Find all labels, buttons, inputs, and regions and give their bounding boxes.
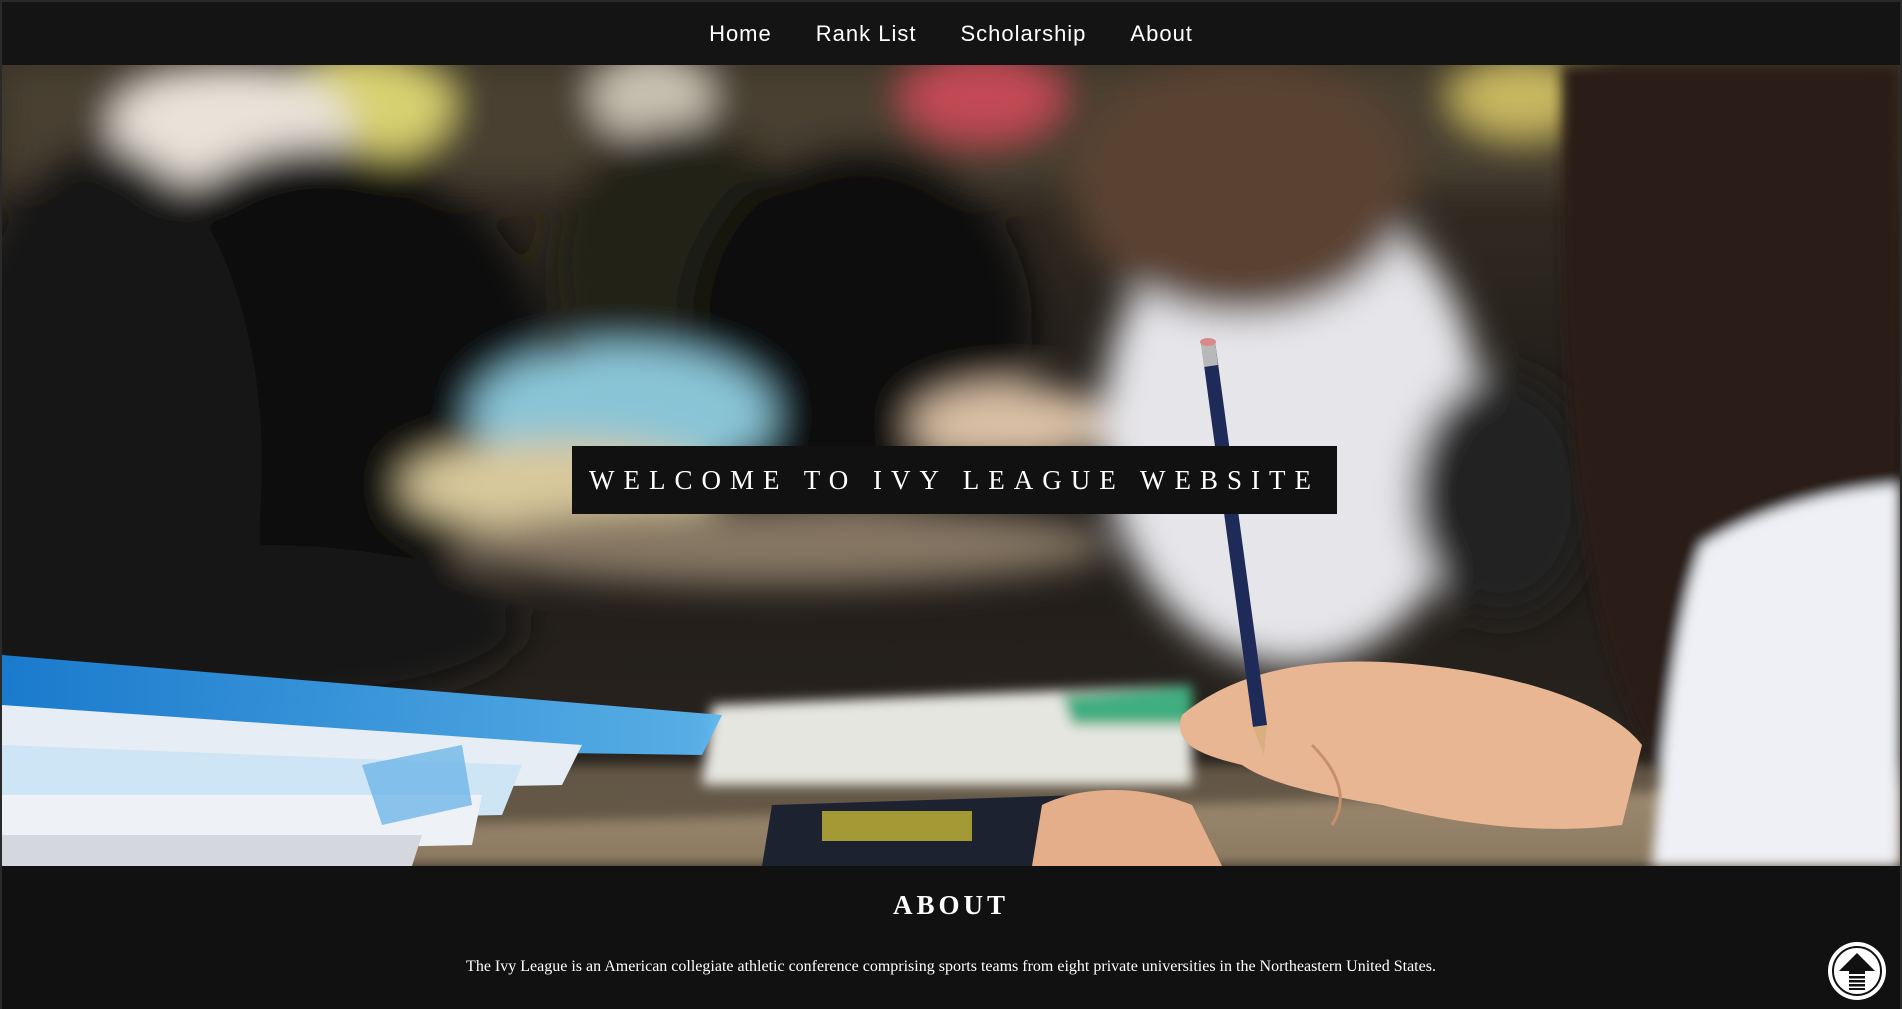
about-heading: ABOUT	[892, 890, 1010, 920]
navbar: Home Rank List Scholarship About	[2, 2, 1900, 65]
hero-title: WELCOME TO IVY LEAGUE WEBSITE	[589, 464, 1320, 495]
scroll-to-top-button[interactable]	[1828, 942, 1886, 1000]
arrow-up-icon	[1832, 946, 1882, 996]
nav-item-home[interactable]: Home	[687, 21, 794, 47]
nav-item-rank-list[interactable]: Rank List	[794, 21, 939, 47]
page: Home Rank List Scholarship About WELCOME…	[0, 0, 1902, 1009]
hero-section: WELCOME TO IVY LEAGUE WEBSITE	[2, 65, 1900, 866]
nav-item-about[interactable]: About	[1108, 21, 1215, 47]
hero-title-box: WELCOME TO IVY LEAGUE WEBSITE	[572, 446, 1337, 514]
about-text: The Ivy League is an American collegiate…	[466, 958, 1436, 975]
nav-item-scholarship[interactable]: Scholarship	[938, 21, 1108, 47]
about-section: ABOUT The Ivy League is an American coll…	[2, 866, 1900, 1009]
